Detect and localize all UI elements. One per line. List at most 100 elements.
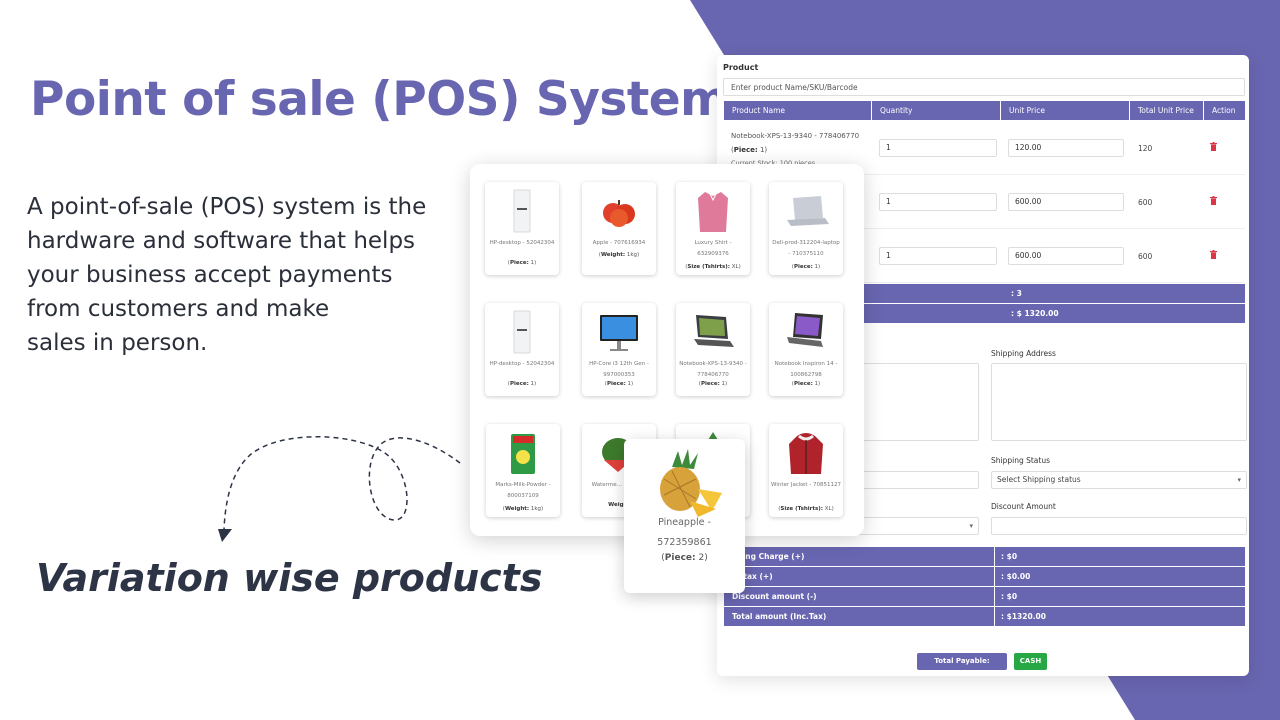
discount-amount-label: Discount Amount	[991, 502, 1056, 511]
product-card[interactable]: Dell-prod-312204-laptop - 710375110 (Pie…	[769, 182, 843, 275]
variant-value: XL	[823, 506, 832, 512]
column-header: Unit Price	[1001, 101, 1130, 120]
total-value: : $0	[994, 547, 1017, 566]
product-card[interactable]: HP-desktop - 52042304 (Piece: 1)	[485, 182, 559, 275]
unit-price-input[interactable]: 600.00	[1008, 247, 1124, 265]
product-search-input[interactable]	[723, 78, 1245, 96]
variant-key: Weight:	[600, 252, 626, 258]
variant-key: Piece:	[509, 260, 529, 266]
cash-button[interactable]: CASH	[1014, 653, 1047, 670]
total-amount-row: Total amount (Inc.Tax): $1320.00	[724, 607, 1245, 626]
pineapple-icon	[660, 449, 722, 517]
variant-key: Piece:	[793, 264, 813, 270]
total-label: Total amount (Inc.Tax)	[732, 612, 827, 621]
variant-value: 1	[625, 381, 632, 387]
product-card[interactable]: Luxury Shirt - 632909376 (Size (Tshirts)…	[676, 182, 750, 275]
monitor-icon	[600, 315, 638, 351]
discount-amount-input[interactable]	[991, 517, 1247, 535]
notes-textarea[interactable]	[857, 363, 979, 441]
product-label: Product	[723, 63, 759, 72]
trash-icon[interactable]	[1210, 142, 1217, 151]
hero-description-line: your business accept payments	[27, 262, 393, 288]
product-card[interactable]: Winter Jacket - 70851127 (Size (Tshirts)…	[769, 424, 843, 517]
variant-value: 1	[528, 260, 535, 266]
product-variant: (Piece: 2)	[661, 553, 708, 563]
variant-key: Piece:	[664, 553, 696, 563]
variant-value: 1	[812, 381, 819, 387]
shipping-charge-row: pping Charge (+): $0	[724, 547, 1245, 566]
total-label: Discount amount (-)	[732, 592, 817, 601]
product-name: Marks-Milk-Powder - 800037109	[495, 482, 551, 499]
product-name: Notebook Inspiron 14 - 100862798	[774, 361, 838, 378]
unit-price-input[interactable]: 120.00	[1008, 139, 1124, 157]
dashed-arrow-icon	[218, 436, 461, 542]
hero-title: Point of sale (POS) System	[30, 72, 729, 127]
product-name: Luxury Shirt - 632909376	[694, 240, 732, 257]
variant-key: Piece:	[793, 381, 813, 387]
product-card[interactable]: Notebook Inspiron 14 - 100862798 (Piece:…	[769, 303, 843, 396]
product-card[interactable]: Notebook-XPS-13-9340 - 778406770 (Piece:…	[676, 303, 750, 396]
apple-icon	[603, 200, 635, 227]
product-card[interactable]: Apple - 707616934 (Weight: 1kg)	[582, 182, 656, 275]
product-variant: (Weight: 1kg)	[502, 506, 544, 512]
laptop-icon	[787, 313, 823, 347]
variant-key: Piece:	[606, 381, 626, 387]
trash-icon[interactable]	[1210, 250, 1217, 259]
quantity-input[interactable]: 1	[879, 193, 997, 211]
cart-table-header: Product Name Quantity Unit Price Total U…	[724, 101, 1245, 120]
quantity-input[interactable]: 1	[879, 247, 997, 265]
column-header: Product Name	[724, 101, 872, 120]
variant-key: Size (Tshirts):	[780, 506, 824, 512]
discount-type-select[interactable]: ▾	[857, 517, 979, 535]
summary-quantity: : 3	[1011, 289, 1022, 298]
hero-description-line: hardware and software that helps	[27, 228, 416, 254]
shipping-address-textarea[interactable]	[991, 363, 1247, 441]
product-name: HP-Core i3 12th Gen - 997000353	[589, 361, 649, 378]
product-variant: (Piece: 1)	[507, 381, 537, 387]
product-name: HP-desktop - 52042304	[489, 361, 555, 367]
product-name-line: 572359861	[657, 537, 712, 548]
variant-key: Weight:	[504, 506, 530, 512]
variant-value: 1kg	[625, 252, 638, 258]
variant-key: Piece:	[509, 381, 529, 387]
column-header: Quantity	[872, 101, 1001, 120]
jacket-icon	[789, 433, 823, 474]
unit-price-input[interactable]: 600.00	[1008, 193, 1124, 211]
product-card[interactable]: HP-desktop - 52042304 (Piece: 1)	[485, 303, 559, 396]
product-card[interactable]: Marks-Milk-Powder - 800037109 (Weight: 1…	[486, 424, 560, 517]
product-variant: (Piece: 1)	[698, 381, 728, 387]
quantity-input[interactable]: 1	[879, 139, 997, 157]
product-card[interactable]: HP-Core i3 12th Gen - 997000353 (Piece: …	[582, 303, 656, 396]
total-value: : $0	[994, 587, 1017, 606]
total-unit-price: 600	[1138, 198, 1153, 207]
shipping-status-select[interactable]: Select Shipping status ▾	[991, 471, 1247, 489]
variant-value: 1	[528, 381, 535, 387]
product-variant: (Weight: 1kg)	[598, 252, 640, 258]
product-name: Apple - 707616934	[592, 240, 646, 246]
product-variant: (Piece: 1)	[507, 260, 537, 266]
summary-total: : $ 1320.00	[1011, 309, 1059, 318]
laptop-icon	[694, 315, 734, 347]
product-name-text: Notebook-XPS-13-9340 - 778406770	[731, 132, 860, 140]
variant-value: XL	[730, 264, 739, 270]
trash-icon[interactable]	[1210, 196, 1217, 205]
product-name: HP-desktop - 52042304	[489, 240, 555, 246]
product-name-line: Pineapple -	[658, 517, 711, 528]
total-value: : $0.00	[994, 567, 1030, 586]
shipping-address-label: Shipping Address	[991, 349, 1056, 358]
desktop-tower-icon	[513, 310, 531, 354]
total-unit-price: 600	[1138, 252, 1153, 261]
hero-description-line: from customers and make	[27, 296, 330, 322]
hero-description: A point-of-sale (POS) system is the hard…	[27, 190, 457, 360]
product-variant: (Size (Tshirts): XL)	[685, 264, 741, 270]
variant-key: Size (Tshirts):	[687, 264, 731, 270]
chevron-down-icon: ▾	[969, 522, 973, 530]
total-payable-button[interactable]: Total Payable: $1320.00	[917, 653, 1007, 676]
highlighted-product-card[interactable]: Pineapple - 572359861 (Piece: 2)	[624, 439, 745, 593]
shipping-details-input[interactable]	[857, 471, 979, 489]
shipping-status-label: Shipping Status	[991, 456, 1051, 465]
product-name: Pineapple - 572359861	[624, 513, 745, 553]
column-header: Action	[1204, 101, 1245, 120]
variant-value: 1	[757, 146, 765, 154]
variation-label: Variation wise products	[36, 556, 543, 600]
